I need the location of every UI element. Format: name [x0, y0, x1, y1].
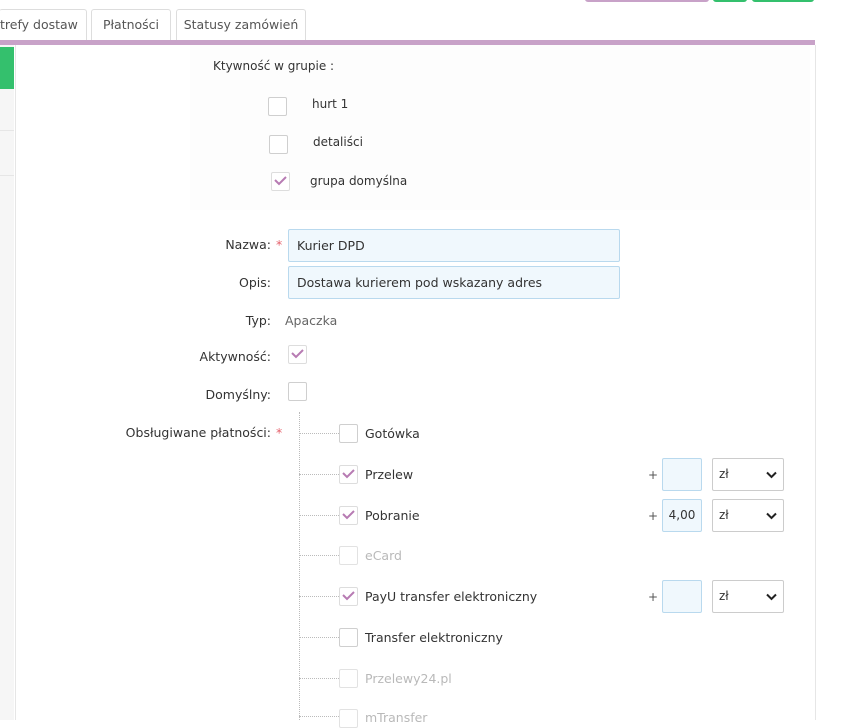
surcharge-plus: +: [648, 468, 659, 482]
tree-branch: [299, 555, 339, 556]
payment-label-przelewy24: Przelewy24.pl: [365, 671, 452, 686]
payment-label-payu: PayU transfer elektroniczny: [365, 589, 538, 604]
checkbox-hurt1[interactable]: [268, 97, 287, 116]
currency-select-payu[interactable]: zł: [712, 580, 784, 613]
checkbox-default[interactable]: [288, 382, 307, 401]
checkbox-payment-ecard: [339, 546, 358, 565]
payment-label-gotowka: Gotówka: [365, 426, 420, 441]
checkbox-payment-mtransfer: [339, 709, 358, 728]
tab-order-statuses[interactable]: Statusy zamówień: [176, 9, 306, 40]
tree-branch: [299, 474, 339, 475]
currency-select-value: zł: [719, 589, 729, 603]
tree-branch: [299, 637, 339, 638]
tab-payments[interactable]: Płatności: [91, 9, 171, 40]
payment-label-pobranie: Pobranie: [365, 508, 420, 523]
checkbox-grupa-domyslna[interactable]: [271, 172, 290, 191]
default-label: Domyślny:: [205, 387, 271, 402]
payments-label: Obsługiwane płatności:: [125, 425, 271, 440]
surcharge-input-pobranie[interactable]: 4,00: [662, 499, 702, 532]
top-action-button-green-1[interactable]: [713, 0, 747, 2]
checkbox-payment-pobranie[interactable]: [339, 506, 358, 525]
main-panel: [15, 45, 816, 720]
checkbox-payment-transfer[interactable]: [339, 628, 358, 647]
chevron-down-icon: [766, 512, 777, 520]
type-value: Apaczka: [285, 313, 338, 328]
checkbox-active[interactable]: [288, 345, 307, 364]
check-icon: [274, 176, 287, 186]
chevron-down-icon: [766, 471, 777, 479]
group-label-grupa-domyslna: grupa domyślna: [310, 174, 408, 188]
group-activity-title: Ktywność w grupie :: [213, 59, 335, 73]
name-label: Nazwa:: [150, 237, 271, 252]
tree-branch: [299, 678, 339, 679]
active-label: Aktywność:: [199, 349, 271, 364]
payment-label-ecard: eCard: [365, 548, 402, 563]
currency-select-pobranie[interactable]: zł: [712, 499, 784, 532]
payment-label-transfer: Transfer elektroniczny: [365, 630, 503, 645]
description-input[interactable]: Dostawa kurierem pod wskazany adres: [288, 266, 620, 299]
type-label: Typ:: [245, 313, 271, 328]
group-label-detalisci: detaliści: [313, 135, 363, 149]
name-label-text: Nazwa:: [225, 237, 271, 252]
currency-select-value: zł: [719, 508, 729, 522]
checkbox-detalisci[interactable]: [269, 135, 288, 154]
currency-select-przelew[interactable]: zł: [712, 458, 784, 491]
payment-label-mtransfer: mTransfer: [365, 710, 428, 725]
checkbox-payment-payu[interactable]: [339, 587, 358, 606]
tree-branch: [299, 596, 339, 597]
top-action-button-green-2[interactable]: [752, 0, 814, 2]
name-input[interactable]: Kurier DPD: [288, 229, 620, 262]
checkbox-payment-gotowka[interactable]: [339, 424, 358, 443]
payments-required-mark: *: [276, 425, 283, 440]
payment-label-przelew: Przelew: [365, 467, 414, 482]
chevron-down-icon: [766, 593, 777, 601]
active-sidebar-marker[interactable]: [0, 47, 14, 89]
sidebar-edge: [0, 45, 14, 720]
surcharge-plus: +: [648, 509, 659, 523]
tree-branch: [299, 433, 339, 434]
checkbox-payment-przelew[interactable]: [339, 465, 358, 484]
name-required-mark: *: [276, 237, 283, 252]
tab-delivery-zones[interactable]: trefy dostaw: [0, 9, 87, 40]
payments-tree-line: [299, 412, 300, 720]
surcharge-input-przelew[interactable]: [662, 458, 702, 491]
tree-branch: [299, 716, 339, 717]
desc-label: Opis:: [239, 275, 271, 290]
checkbox-payment-przelewy24: [339, 669, 358, 688]
currency-select-value: zł: [719, 467, 729, 481]
check-icon: [342, 510, 355, 520]
sidebar-divider: [0, 175, 14, 176]
top-action-button-purple[interactable]: [585, 0, 709, 2]
surcharge-plus: +: [648, 590, 659, 604]
surcharge-input-payu[interactable]: [662, 580, 702, 613]
tree-branch: [299, 515, 339, 516]
sidebar-divider: [0, 130, 14, 131]
check-icon: [342, 591, 355, 601]
check-icon: [291, 349, 304, 359]
check-icon: [342, 469, 355, 479]
group-label-hurt1: hurt 1: [312, 97, 349, 111]
